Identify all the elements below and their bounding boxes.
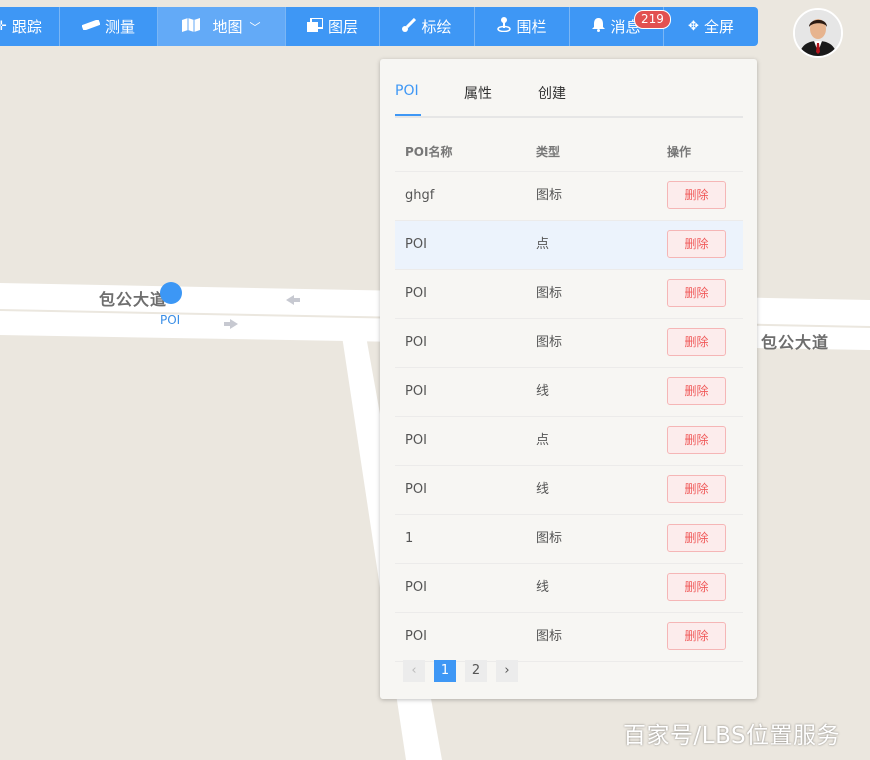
toolbar-item-label: 全屏	[703, 18, 734, 36]
table-row[interactable]: POI 线 删除	[395, 368, 743, 417]
table-header: POI名称 类型 操作	[395, 133, 743, 172]
poi-name-cell: POI	[405, 629, 427, 644]
table-row[interactable]: POI 线 删除	[395, 564, 743, 613]
toolbar-item-measure[interactable]: 测量	[60, 7, 158, 46]
toolbar-item-label: 测量	[104, 18, 135, 36]
toolbar-item-messages[interactable]: 消息 219	[570, 7, 671, 46]
tab-attributes[interactable]: 属性	[464, 83, 492, 103]
poi-table: POI名称 类型 操作 ghgf 图标 删除 POI 点删除 POI 图标 删除 POI 图标 删除…	[395, 133, 743, 662]
delete-button[interactable]: 删除	[667, 230, 726, 258]
toolbar-item-layers[interactable]: 图层	[286, 7, 380, 46]
poi-name-cell: POI	[405, 237, 427, 252]
delete-button[interactable]: 删除	[667, 328, 726, 356]
delete-button[interactable]: 删除	[667, 475, 726, 503]
move-icon: ✥	[688, 19, 699, 34]
table-row[interactable]: POI 线 删除	[395, 466, 743, 515]
toolbar-item-plot[interactable]: 标绘	[380, 7, 475, 46]
table-row[interactable]: POI 图标 删除	[395, 319, 743, 368]
poi-type-cell: 图标	[536, 531, 563, 546]
table-row[interactable]: POI 图标 删除	[395, 270, 743, 319]
tab-poi[interactable]: POI	[395, 83, 419, 99]
poi-marker-label: POI	[160, 313, 181, 327]
poi-name-cell: POI	[405, 482, 427, 497]
page-button-2[interactable]: 2	[465, 660, 487, 682]
fence-icon	[497, 17, 512, 36]
toolbar-item-fence[interactable]: 围栏	[475, 7, 570, 46]
table-row[interactable]: ghgf 图标 删除	[395, 172, 743, 221]
poi-type-cell: 点	[536, 237, 550, 252]
delete-button[interactable]: 删除	[667, 426, 726, 454]
watermark: 百家号/LBS位置服务	[623, 723, 841, 749]
avatar-image	[795, 10, 841, 56]
poi-type-cell: 线	[536, 384, 550, 399]
toolbar-item-label: 标绘	[421, 18, 452, 36]
ruler-icon	[81, 19, 101, 34]
column-header-type: 类型	[536, 145, 561, 159]
poi-type-cell: 图标	[536, 335, 563, 350]
poi-type-cell: 图标	[536, 286, 563, 301]
poi-name-cell: POI	[405, 286, 427, 301]
pagination: ‹ 1 2 ›	[403, 660, 527, 682]
chevron-down-icon: ﹀	[249, 20, 261, 34]
tab-create[interactable]: 创建	[538, 83, 566, 103]
toolbar-item-track[interactable]: ✛ 跟踪	[0, 7, 60, 46]
crosshair-icon: ✛	[0, 19, 7, 34]
delete-button[interactable]: 删除	[667, 377, 726, 405]
layers-icon	[306, 16, 324, 36]
poi-type-cell: 线	[536, 580, 550, 595]
poi-type-cell: 图标	[536, 188, 563, 203]
brush-icon	[402, 17, 417, 36]
toolbar-item-map[interactable]: 地图 ﹀	[158, 7, 286, 46]
map-icon	[182, 17, 201, 36]
column-header-action: 操作	[667, 145, 692, 159]
toolbar-item-fullscreen[interactable]: ✥ 全屏	[664, 7, 758, 46]
road-label: 包公大道	[99, 290, 168, 309]
toolbar-item-label: 图层	[327, 18, 358, 36]
poi-type-cell: 点	[536, 433, 550, 448]
delete-button[interactable]: 删除	[667, 524, 726, 552]
page-button-1[interactable]: 1	[434, 660, 456, 682]
prev-page-button[interactable]: ‹	[403, 660, 425, 682]
poi-marker[interactable]	[160, 282, 182, 304]
next-page-button[interactable]: ›	[496, 660, 518, 682]
table-row[interactable]: POI 点 删除	[395, 221, 743, 270]
user-avatar[interactable]	[793, 8, 843, 58]
poi-panel: POI 属性 创建 POI名称 类型 操作 ghgf 图标 删除 POI 点删除 POI 图…	[380, 59, 757, 699]
delete-button[interactable]: 删除	[667, 573, 726, 601]
poi-name-cell: POI	[405, 384, 427, 399]
bell-icon	[592, 17, 606, 36]
road-label: 包公大道	[761, 333, 830, 352]
toolbar-item-label: 围栏	[516, 18, 547, 36]
table-row[interactable]: POI 点 删除	[395, 417, 743, 466]
table-row[interactable]: 1 图标 删除	[395, 515, 743, 564]
poi-type-cell: 线	[536, 482, 550, 497]
table-row[interactable]: POI 图标 删除	[395, 613, 743, 662]
delete-button[interactable]: 删除	[667, 181, 726, 209]
poi-type-cell: 图标	[536, 629, 563, 644]
top-toolbar: ✛ 跟踪 测量 地图 ﹀ 图层 标绘 围栏 消息 219 ✥ 全屏	[0, 7, 758, 46]
panel-tabs: POI 属性 创建	[395, 83, 743, 118]
delete-button[interactable]: 删除	[667, 279, 726, 307]
delete-button[interactable]: 删除	[667, 622, 726, 650]
toolbar-item-label: 跟踪	[11, 18, 42, 36]
poi-name-cell: POI	[405, 580, 427, 595]
column-header-name: POI名称	[405, 145, 453, 159]
active-tab-indicator	[395, 114, 421, 116]
poi-name-cell: 1	[405, 531, 414, 546]
poi-name-cell: POI	[405, 335, 427, 350]
toolbar-item-label: 地图	[212, 18, 243, 36]
poi-name-cell: POI	[405, 433, 427, 448]
poi-name-cell: ghgf	[405, 188, 435, 203]
